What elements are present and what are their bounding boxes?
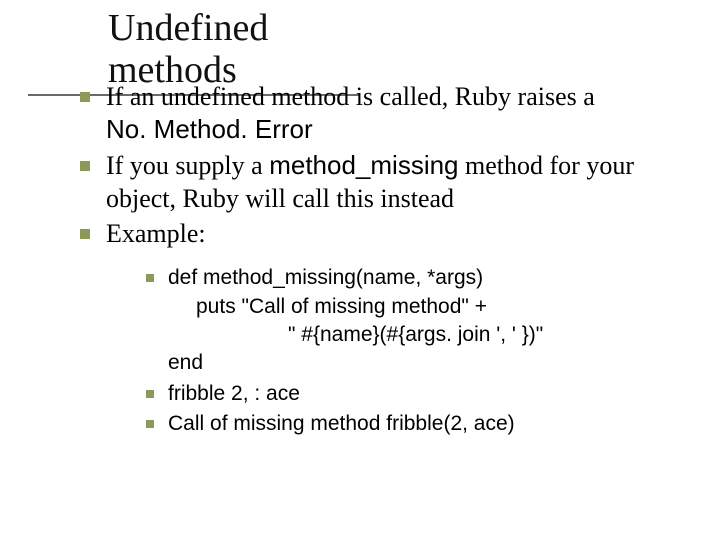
sub-bullet-item: fribble 2, : ace [146,380,680,408]
code-line: " #{name}(#{args. join ', ' })" [168,321,680,349]
sub-bullet-item: Call of missing method fribble(2, ace) [146,410,680,438]
body-area: If an undefined method is called, Ruby r… [80,80,680,440]
code-line: puts "Call of missing method" + [168,293,680,321]
bullet-list: If an undefined method is called, Ruby r… [80,80,680,438]
sub-bullet-item: def method_missing(name, *args) puts "Ca… [146,264,680,377]
code-line: end [168,351,203,374]
output-line: Call of missing method fribble(2, ace) [168,412,515,435]
slide: Undefined methods If an undefined method… [0,0,720,540]
code-line: def method_missing(name, *args) [168,266,483,289]
bullet-text: Example: [106,219,206,248]
sub-bullet-list: def method_missing(name, *args) puts "Ca… [146,264,680,438]
bullet-code: No. Method. Error [106,114,313,144]
code-line: fribble 2, : ace [168,382,300,405]
bullet-item: If an undefined method is called, Ruby r… [80,80,680,147]
bullet-text: If you supply a [106,151,269,180]
bullet-item: If you supply a method_missing method fo… [80,149,680,216]
bullet-code: method_missing [269,150,458,180]
bullet-item: Example: def method_missing(name, *args)… [80,217,680,438]
bullet-text: If an undefined method is called, Ruby r… [106,82,595,111]
slide-title: Undefined methods [108,7,268,91]
